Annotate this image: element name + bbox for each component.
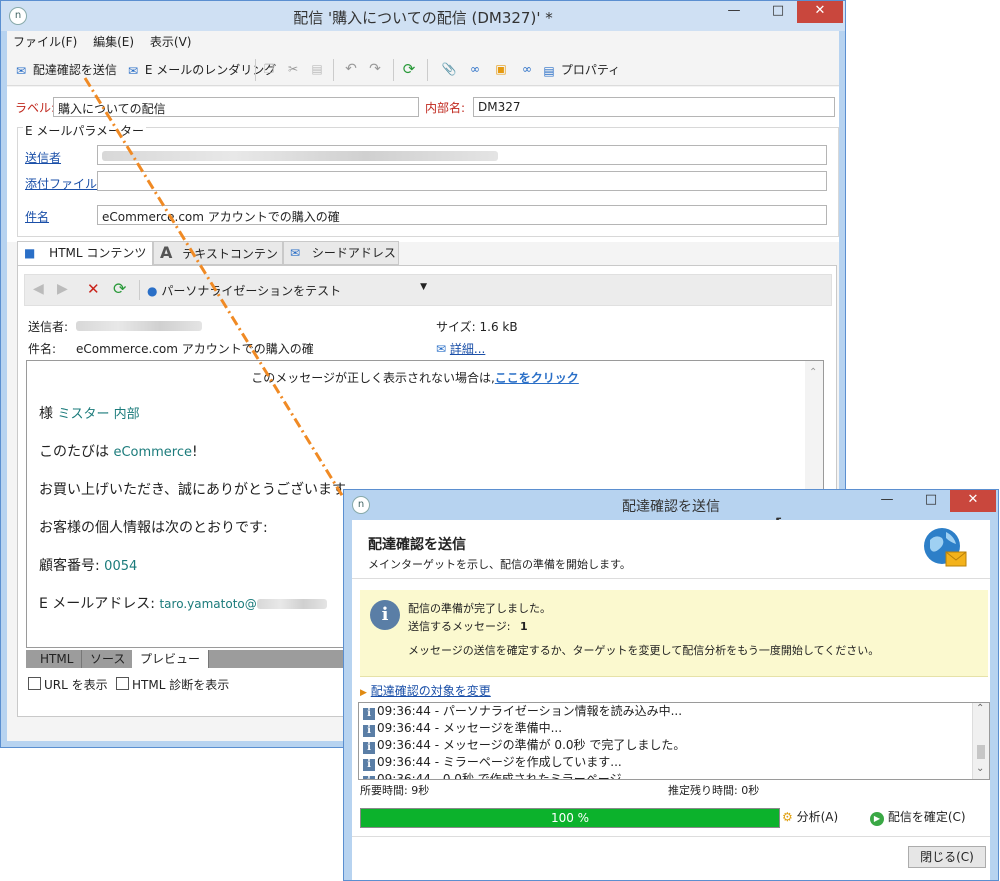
info-icon: i [363, 725, 375, 737]
log-entry: i 09:36:44 - ミラーページを作成しています... [363, 754, 622, 771]
dialog-client: 配達確認を送信 メインターゲットを示し、配信の準備を開始します。 i 配信の準備… [352, 520, 990, 880]
info-icon: i [363, 708, 375, 720]
info-icon: i [363, 776, 375, 779]
dialog-subheading: メインターゲットを示し、配信の準備を開始します。 [368, 558, 631, 571]
scroll-down-icon[interactable]: ⌄ [976, 763, 984, 774]
log-entry-text: 09:36:44 - 0.0秒 で作成されたミラーページ [377, 772, 622, 780]
info-line-ready: 配信の準備が完了しました。 [408, 602, 551, 615]
triangle-right-icon: ▶ [360, 688, 367, 698]
progress-bar: 100 % [360, 808, 780, 828]
dialog-header: 配達確認を送信 メインターゲットを示し、配信の準備を開始します。 [352, 520, 990, 579]
gear-icon: ⚙ [782, 810, 793, 824]
arrow-line [83, 77, 358, 519]
dialog-minimize-button[interactable]: — [872, 490, 902, 512]
change-target-link[interactable]: 配達確認の対象を変更 [371, 684, 491, 698]
dialog-maximize-button[interactable]: □ [916, 490, 946, 512]
log-entry-text: 09:36:44 - パーソナライゼーション情報を読み込み中... [377, 704, 683, 718]
dialog-close-button[interactable]: ✕ [950, 490, 996, 512]
elapsed-time: 所要時間: 9秒 [360, 784, 430, 797]
play-icon: ▶ [870, 812, 884, 826]
log-entry-text: 09:36:44 - メッセージを準備中... [377, 721, 563, 735]
confirm-delivery-button[interactable]: ▶ 配信を確定(C) [870, 808, 966, 826]
change-target-row: ▶ 配達確認の対象を変更 [360, 682, 491, 699]
remaining-time: 推定残り時間: 0秒 [668, 784, 760, 797]
info-line-messages: 送信するメッセージ: 1 [408, 618, 528, 634]
info-icon: i [363, 759, 375, 771]
confirm-delivery-label: 配信を確定(C) [887, 810, 966, 824]
dialog-divider [352, 836, 990, 837]
scroll-up-icon[interactable]: ⌃ [976, 703, 984, 714]
log-entry: i09:36:44 - 0.0秒 で作成されたミラーページ [363, 771, 622, 780]
info-line-instruction: メッセージの送信を確定するか、ターゲットを変更して配信分析をもう一度開始してくだ… [408, 644, 880, 657]
analyze-button-label: 分析(A) [796, 810, 839, 824]
progress-text: 100 % [550, 811, 590, 825]
messages-to-send-count: 1 [520, 620, 528, 633]
info-icon: i [363, 742, 375, 754]
log-scrollbar[interactable]: ⌃ ⌄ [972, 703, 989, 779]
globe-mail-svg [924, 528, 967, 567]
log-entry-text: 09:36:44 - ミラーページを作成しています... [377, 755, 622, 769]
globe-mail-icon [922, 526, 968, 572]
send-proof-dialog: n 配達確認を送信 — □ ✕ ↖ 配達確認を送信 メインターゲットを示し、配信… [343, 489, 999, 881]
info-icon: i [370, 600, 400, 630]
dialog-heading: 配達確認を送信 [368, 537, 466, 553]
log-entry: i 09:36:44 - パーソナライゼーション情報を読み込み中... [363, 703, 682, 720]
log-entry-text: 09:36:44 - メッセージの準備が 0.0秒 で完了しました。 [377, 738, 686, 752]
scroll-thumb[interactable] [977, 745, 985, 759]
info-box: i 配信の準備が完了しました。 送信するメッセージ: 1 メッセージの送信を確定… [360, 590, 988, 677]
messages-to-send-label: 送信するメッセージ: [408, 620, 511, 633]
dialog-titlebar: n 配達確認を送信 — □ ✕ [344, 490, 998, 520]
analyze-button[interactable]: ⚙ 分析(A) [782, 808, 838, 825]
log-entry: i 09:36:44 - メッセージの準備が 0.0秒 で完了しました。 [363, 737, 685, 754]
dialog-close-text-button[interactable]: 閉じる(C) [908, 846, 986, 868]
log-list: i 09:36:44 - パーソナライゼーション情報を読み込み中... i 09:3… [358, 702, 990, 780]
log-entry: i 09:36:44 - メッセージを準備中... [363, 720, 562, 737]
